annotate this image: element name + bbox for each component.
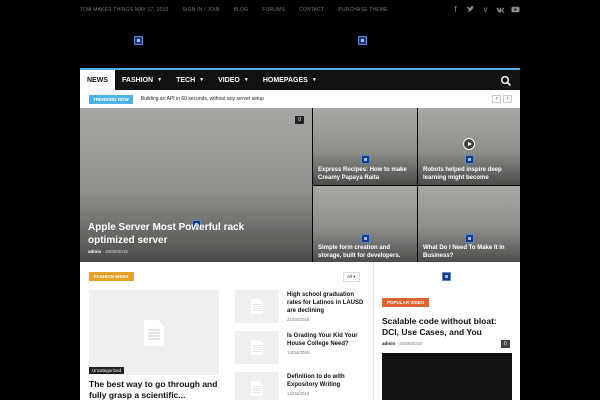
comment-count: 0	[295, 116, 304, 124]
chevron-down-icon: ▾	[353, 274, 356, 279]
nav-homepages[interactable]: HOMEPAGES ▼	[256, 70, 324, 90]
vimeo-icon[interactable]: v	[481, 5, 490, 14]
popular-video-date: 20/09/2015	[399, 341, 422, 346]
image-placeholder-icon	[442, 272, 451, 281]
fashion-week-badge: FASHION WEEK	[89, 272, 134, 281]
feature-thumbnail[interactable]	[89, 290, 219, 375]
popular-video-badge: POPULAR VIDEO	[382, 298, 430, 307]
twitter-icon[interactable]	[466, 5, 475, 14]
chevron-down-icon: ▼	[199, 77, 205, 83]
top-date: TOM MAKES THINGS MAY 17, 2016	[80, 7, 169, 13]
meta-separator: -	[396, 341, 399, 346]
list-item-date: 13/04/2016	[287, 350, 310, 355]
document-placeholder-icon	[251, 340, 263, 355]
top-link-contact[interactable]: CONTACT	[299, 7, 324, 13]
popular-video-title[interactable]: Scalable code without bloat: DCI, Use Ca…	[382, 316, 514, 338]
trending-arrows: ‹ ›	[492, 95, 512, 103]
top-link-blog[interactable]: BLOG	[234, 7, 249, 13]
list-item-title[interactable]: Definition to do with Expository Writing	[287, 373, 367, 389]
popular-video-thumbnail[interactable]	[382, 353, 512, 400]
trending-headline[interactable]: Building an API in 60 seconds, without a…	[141, 96, 264, 102]
chevron-down-icon: ▼	[311, 77, 317, 83]
list-item-title[interactable]: Is Grading Your Kid Your House College N…	[287, 332, 367, 348]
list-item-date: 12/04/2016	[287, 391, 310, 396]
mosaic-main-title[interactable]: Apple Server Most Powerful rack optimize…	[88, 221, 263, 247]
mosaic-tile-1[interactable]: Express Recipes: How to make Creamy Papa…	[313, 108, 417, 185]
youtube-icon[interactable]	[511, 5, 520, 14]
top-link-purchase[interactable]: PURCHASE THEME	[338, 7, 387, 13]
play-icon[interactable]	[463, 138, 475, 150]
nav-tech-label: TECH	[176, 76, 196, 84]
feature-title[interactable]: The best way to go through and fully gra…	[89, 379, 219, 400]
search-icon[interactable]	[500, 74, 512, 87]
banner-image-placeholder-icon[interactable]	[358, 36, 367, 45]
chevron-down-icon: ▼	[157, 77, 163, 83]
mosaic-main-author[interactable]: admin	[88, 249, 101, 254]
trending-badge: TRENDING NOW	[89, 94, 133, 104]
mosaic-tile-3[interactable]: Simple form creation and storage, built …	[313, 186, 417, 262]
filter-label: All	[347, 274, 353, 279]
chevron-down-icon: ▼	[243, 77, 249, 83]
comment-count: 0	[501, 340, 510, 348]
meta-separator: -	[102, 249, 105, 254]
mosaic-tile-2[interactable]: Robots helped inspire deep learning migh…	[418, 108, 520, 185]
document-placeholder-icon	[251, 299, 263, 314]
filter-dropdown[interactable]: All ▾	[343, 272, 360, 282]
nav-tech[interactable]: TECH ▼	[169, 70, 211, 90]
social-icons: f v	[451, 5, 520, 14]
mosaic-tile-4[interactable]: What Do I Need To Make It In Business?	[418, 186, 520, 262]
mosaic-main-meta: admin - 20/09/2015	[88, 249, 128, 254]
mosaic-tile-title[interactable]: Robots helped inspire deep learning migh…	[423, 166, 515, 182]
mosaic-tile-title[interactable]: Simple form creation and storage, built …	[318, 244, 414, 260]
image-placeholder-icon	[465, 155, 474, 164]
top-link-forums[interactable]: FORUMS	[262, 7, 285, 13]
column-divider	[373, 262, 374, 400]
mosaic-tile-title[interactable]: Express Recipes: How to make Creamy Papa…	[318, 166, 412, 182]
list-item-date: 21/04/2016	[287, 317, 310, 322]
category-label[interactable]: Uncategorized	[89, 367, 125, 374]
mosaic-main-date: 20/09/2015	[105, 249, 128, 254]
nav-fashion[interactable]: FASHION ▼	[115, 70, 169, 90]
nav-video-label: VIDEO	[218, 76, 240, 84]
list-thumbnail[interactable]	[235, 372, 279, 400]
nav-news-label: NEWS	[87, 76, 108, 84]
vk-icon[interactable]	[496, 5, 505, 14]
trending-next-button[interactable]: ›	[503, 95, 512, 103]
list-thumbnail[interactable]	[235, 290, 279, 323]
nav-fashion-label: FASHION	[122, 76, 154, 84]
nav-news[interactable]: NEWS	[80, 70, 115, 90]
nav-video[interactable]: VIDEO ▼	[211, 70, 256, 90]
list-item-title[interactable]: High school graduation rates for Latinos…	[287, 291, 367, 315]
facebook-icon[interactable]: f	[451, 5, 460, 14]
image-placeholder-icon	[361, 155, 370, 164]
nav-homepages-label: HOMEPAGES	[262, 76, 308, 84]
mosaic-main-tile[interactable]: 0 Apple Server Most Powerful rack optimi…	[80, 108, 312, 262]
image-placeholder-icon	[465, 234, 474, 243]
top-bar: TOM MAKES THINGS MAY 17, 2016 SIGN IN / …	[80, 0, 520, 20]
main-navigation: NEWS FASHION ▼ TECH ▼ VIDEO ▼ HOMEPAGES ▼	[80, 68, 520, 90]
document-placeholder-icon	[251, 381, 263, 396]
top-link-signin[interactable]: SIGN IN / JOIN	[183, 7, 220, 13]
trending-prev-button[interactable]: ‹	[492, 95, 501, 103]
popular-video-meta: admin - 20/09/2015	[382, 341, 422, 346]
popular-video-author[interactable]: admin	[382, 341, 395, 346]
image-placeholder-icon	[361, 234, 370, 243]
document-placeholder-icon	[144, 320, 164, 346]
list-thumbnail[interactable]	[235, 331, 279, 364]
logo-image-placeholder-icon[interactable]	[134, 36, 143, 45]
mosaic-tile-title[interactable]: What Do I Need To Make It In Business?	[423, 244, 513, 260]
trending-bar: TRENDING NOW Building an API in 60 secon…	[80, 90, 520, 108]
